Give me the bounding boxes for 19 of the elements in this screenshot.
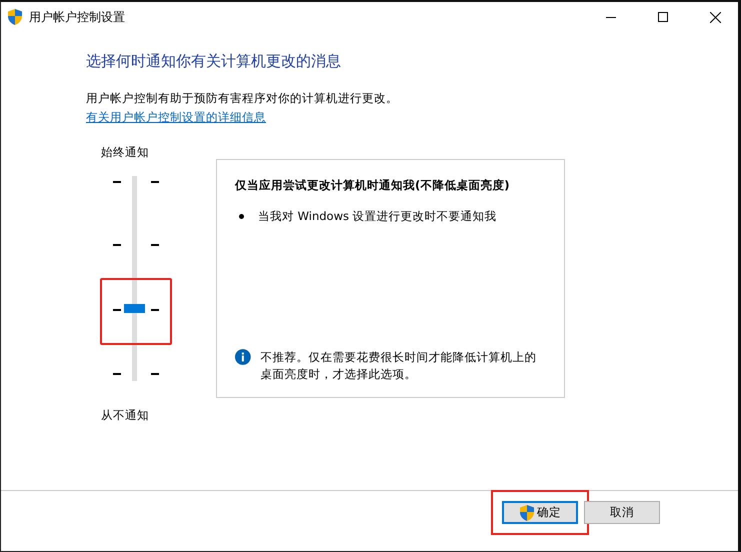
shield-icon (7, 8, 23, 26)
bullet-text: 当我对 Windows 设置进行更改时不要通知我 (258, 209, 497, 224)
slider-thumb[interactable] (124, 304, 145, 313)
shield-icon (519, 504, 535, 522)
details-link[interactable]: 有关用户帐户控制设置的详细信息 (86, 110, 266, 125)
maximize-icon (658, 12, 668, 22)
bullet-icon (239, 214, 244, 219)
level-title: 仅当应用尝试更改计算机时通知我(不降低桌面亮度) (235, 178, 511, 193)
slider-track[interactable] (132, 176, 137, 381)
ok-button[interactable]: 确定 (502, 501, 578, 524)
cancel-button[interactable]: 取消 (584, 501, 660, 524)
heading: 选择何时通知你有关计算机更改的消息 (86, 52, 342, 71)
close-icon (710, 12, 720, 22)
description-text: 用户帐户控制有助于预防有害程序对你的计算机进行更改。 (86, 91, 399, 106)
info-icon (235, 348, 251, 364)
note-text: 不推荐。仅在需要花费很长时间才能降低计算机上的桌面亮度时，才选择此选项。 (260, 348, 538, 383)
slider-top-label: 始终通知 (101, 145, 150, 160)
slider-bottom-label: 从不通知 (101, 408, 150, 423)
window-title: 用户帐户控制设置 (29, 8, 125, 26)
